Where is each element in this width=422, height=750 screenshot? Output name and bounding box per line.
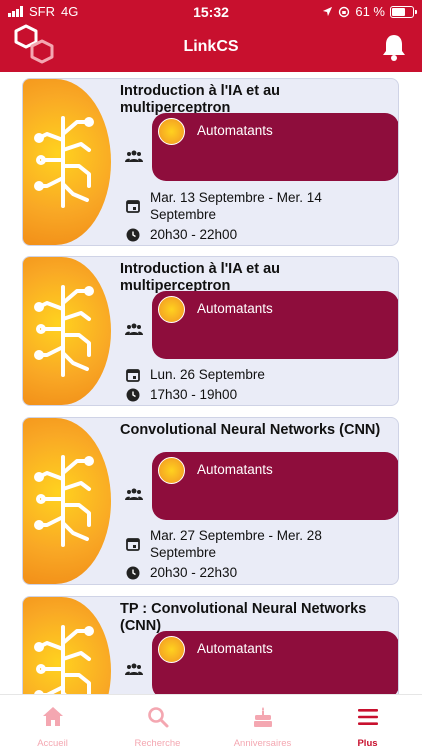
event-time: 17h30 - 19h00 — [150, 387, 238, 402]
event-card[interactable]: Convolutional Neural Networks (CNN) Auto… — [22, 417, 399, 585]
cake-icon — [253, 707, 272, 727]
association-chip[interactable]: Automatants — [152, 291, 398, 359]
brain-circuit-icon — [34, 625, 94, 694]
group-icon — [125, 488, 143, 500]
event-title: Introduction à l'IA et au multiperceptro… — [120, 261, 280, 294]
calendar-icon — [126, 369, 140, 382]
clock-icon — [126, 228, 140, 242]
event-time: 20h30 - 22h00 — [150, 227, 238, 242]
location-icon — [323, 6, 333, 17]
event-date: Mar. 13 Septembre - Mer. 14 Septembre — [150, 190, 322, 222]
brain-circuit-icon — [34, 455, 94, 547]
association-chip[interactable]: Automatants — [152, 113, 398, 181]
event-image — [23, 597, 111, 694]
tab-label: Recherche — [134, 738, 181, 749]
association-logo — [158, 296, 185, 323]
event-title: Introduction à l'IA et au multiperceptro… — [120, 83, 280, 116]
association-name: Automatants — [197, 641, 273, 656]
association-chip[interactable]: Automatants — [152, 452, 398, 520]
calendar-icon — [126, 538, 140, 551]
association-logo — [158, 636, 185, 663]
event-date: Mar. 27 Septembre - Mer. 28 Septembre — [150, 528, 322, 560]
tab-label: Plus — [357, 738, 378, 749]
event-card[interactable]: Introduction à l'IA et au multiperceptro… — [22, 256, 399, 406]
event-card[interactable]: Introduction à l'IA et au multiperceptro… — [22, 78, 399, 246]
battery-percent: 61 % — [355, 4, 385, 19]
status-bar: SFR 4G 15:32 61 % — [0, 0, 422, 24]
tab-label: Accueil — [37, 738, 68, 749]
clock-icon — [126, 566, 140, 580]
group-icon — [125, 323, 143, 335]
clock-icon — [126, 388, 140, 402]
group-icon — [125, 663, 143, 675]
rotation-lock-icon — [339, 6, 350, 17]
association-logo — [158, 457, 185, 484]
tab-label: Anniversaires — [233, 738, 292, 749]
tab-accueil[interactable]: Accueil — [0, 695, 105, 750]
event-title: Convolutional Neural Networks (CNN) — [120, 422, 381, 438]
event-image — [23, 79, 111, 245]
event-title: TP : Convolutional Neural Networks (CNN) — [120, 601, 367, 634]
bottom-tab-bar: Accueil Recherche Anniversaires Plus — [0, 694, 422, 750]
association-name: Automatants — [197, 462, 273, 477]
association-name: Automatants — [197, 123, 273, 138]
menu-icon — [357, 709, 378, 725]
event-time: 20h30 - 22h30 — [150, 565, 238, 580]
battery-icon — [390, 5, 417, 18]
search-icon — [147, 707, 168, 728]
event-image — [23, 418, 111, 584]
calendar-icon — [126, 200, 140, 213]
association-name: Automatants — [197, 301, 273, 316]
tab-anniversaires[interactable]: Anniversaires — [210, 695, 315, 750]
tab-recherche[interactable]: Recherche — [105, 695, 210, 750]
event-date: Lun. 26 Septembre — [150, 367, 265, 382]
app-title: LinkCS — [183, 38, 239, 55]
tab-plus[interactable]: Plus — [315, 695, 420, 750]
brain-circuit-icon — [34, 116, 94, 208]
home-icon — [42, 707, 63, 726]
association-chip[interactable]: Automatants — [152, 631, 398, 694]
event-image — [23, 257, 111, 405]
association-logo — [158, 118, 185, 145]
event-list[interactable]: Introduction à l'IA et au multiperceptro… — [0, 72, 422, 694]
event-card[interactable]: TP : Convolutional Neural Networks (CNN)… — [22, 596, 399, 694]
brain-circuit-icon — [34, 285, 94, 377]
group-icon — [125, 150, 143, 162]
app-header: SFR 4G 15:32 61 % LinkCS — [0, 0, 422, 72]
bell-icon[interactable] — [380, 32, 408, 62]
